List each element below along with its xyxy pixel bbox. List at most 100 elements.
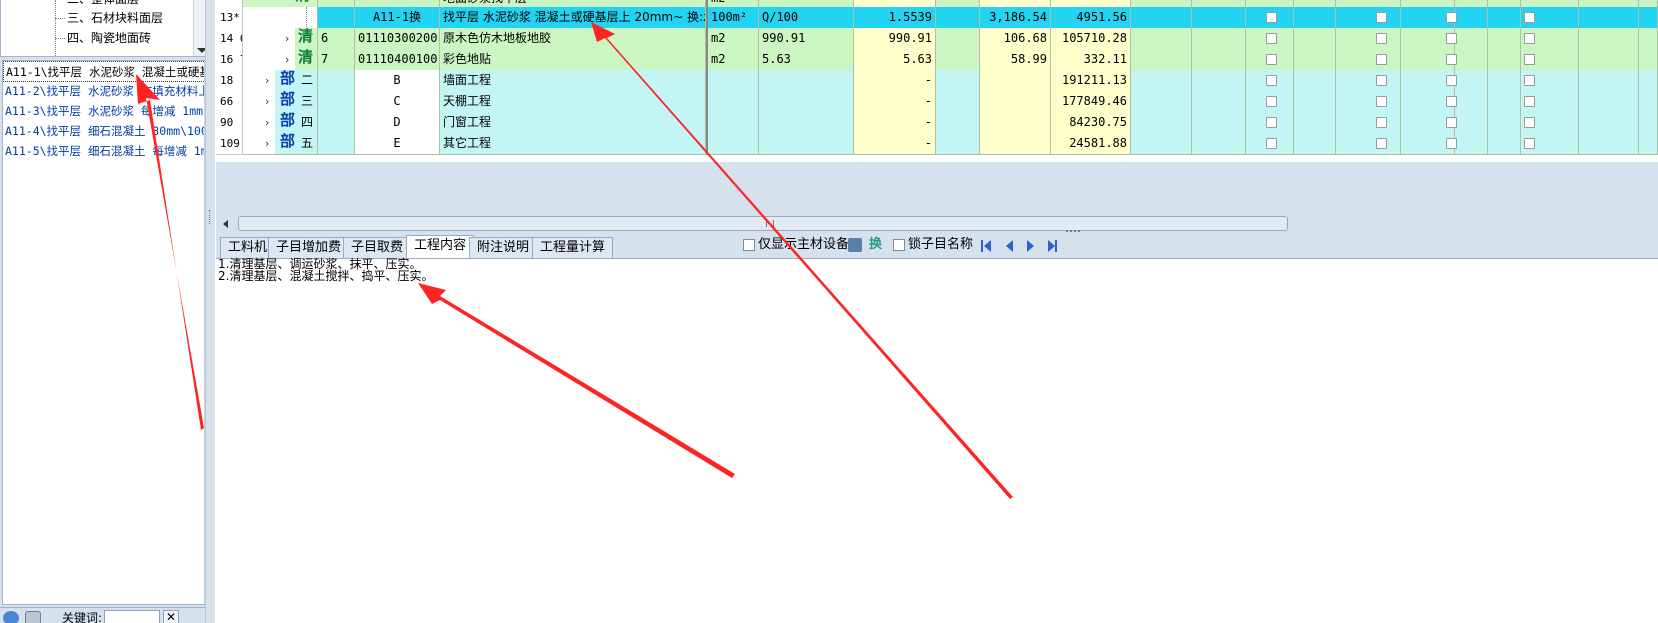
- content-line[interactable]: 2.清理基层、混凝土搅拌、捣平、压实。: [218, 270, 433, 282]
- unit-cell[interactable]: m2: [706, 49, 759, 71]
- row-checkbox[interactable]: [1266, 96, 1277, 107]
- chapter-tree[interactable]: 二、整体面层 三、石材块料面层 四、陶瓷地面砖: [0, 0, 211, 57]
- name-cell[interactable]: 门窗工程: [440, 112, 706, 134]
- row-checkbox[interactable]: [1446, 138, 1457, 149]
- row-checkbox[interactable]: [1376, 33, 1387, 44]
- row-checkbox[interactable]: [1446, 117, 1457, 128]
- tree-item[interactable]: 三、石材块料面层: [67, 8, 163, 28]
- chevron-right-icon[interactable]: ›: [265, 91, 269, 112]
- row-checkbox[interactable]: [1524, 54, 1535, 65]
- row-checkbox[interactable]: [1446, 96, 1457, 107]
- tab-fee[interactable]: 子目取费: [343, 237, 412, 258]
- main-material-checkbox[interactable]: [743, 239, 755, 251]
- scroll-thumb[interactable]: [238, 216, 1288, 231]
- row-checkbox[interactable]: [1524, 33, 1535, 44]
- vertical-splitter[interactable]: [205, 0, 215, 623]
- tab-extra-fee[interactable]: 子目增加费: [268, 237, 350, 258]
- qty-cell[interactable]: 1.5539: [854, 7, 936, 29]
- row-checkbox[interactable]: [1376, 96, 1387, 107]
- chevron-right-icon[interactable]: ›: [285, 28, 289, 49]
- tree-item[interactable]: 四、陶瓷地面砖: [67, 28, 151, 48]
- row-checkbox[interactable]: [1266, 12, 1277, 23]
- row-checkbox[interactable]: [1376, 117, 1387, 128]
- price-cell[interactable]: 58.99: [980, 49, 1051, 71]
- chevron-right-icon[interactable]: ›: [285, 49, 289, 70]
- code-cell[interactable]: 011104001001: [355, 49, 440, 71]
- chevron-right-icon[interactable]: ›: [265, 112, 269, 133]
- tab-notes[interactable]: 附注说明: [469, 237, 538, 258]
- code-cell[interactable]: A11-1换: [355, 7, 440, 29]
- splitter-grip[interactable]: [209, 210, 212, 224]
- unit-cell[interactable]: 100m²: [706, 7, 759, 29]
- lock-name-checkbox[interactable]: [893, 239, 905, 251]
- table-row[interactable]: 66 › 部 三 C 天棚工程 - 177849.46: [216, 91, 1658, 113]
- table-row[interactable]: 13* 子 (1 A11-1换 找平层 水泥砂浆 混凝土或硬基层上 20mm~ …: [216, 7, 1658, 29]
- price-cell[interactable]: 106.68: [980, 28, 1051, 50]
- budget-grid[interactable]: 清 地面砂浆找平层 m2 13* 子 (1 A11-1换 找平层 水泥砂浆 混凝…: [216, 0, 1658, 162]
- row-checkbox[interactable]: [1524, 138, 1535, 149]
- first-icon[interactable]: [981, 240, 983, 252]
- row-checkbox[interactable]: [1376, 12, 1387, 23]
- row-checkbox[interactable]: [1524, 96, 1535, 107]
- horizontal-scrollbar[interactable]: [216, 214, 1658, 234]
- row-checkbox[interactable]: [1266, 138, 1277, 149]
- quota-list[interactable]: A11-1\找平层 水泥砂浆 混凝土或硬基层上 A11-2\找平层 水泥砂浆 在…: [2, 60, 213, 605]
- last-arrow-icon[interactable]: [1048, 240, 1055, 252]
- chevron-right-icon[interactable]: ›: [265, 70, 269, 91]
- row-checkbox[interactable]: [1266, 117, 1277, 128]
- first-arrow-icon[interactable]: [984, 240, 991, 252]
- work-content-panel[interactable]: 1.清理基层、调运砂浆、抹平、压实。 2.清理基层、混凝土搅拌、捣平、压实。: [216, 258, 1658, 623]
- row-checkbox[interactable]: [1266, 33, 1277, 44]
- row-checkbox[interactable]: [1376, 138, 1387, 149]
- row-checkbox[interactable]: [1376, 75, 1387, 86]
- table-row[interactable]: 16 7 › 清 7 011104001001 彩色地贴 m2 5.63 5.6…: [216, 49, 1658, 71]
- row-checkbox[interactable]: [1524, 12, 1535, 23]
- qty-expr-cell[interactable]: 5.63: [759, 49, 854, 71]
- table-row[interactable]: 18 › 部 二 B 墙面工程 - 191211.13: [216, 70, 1658, 92]
- tab-work-content[interactable]: 工程内容: [406, 235, 475, 258]
- row-checkbox[interactable]: [1446, 54, 1457, 65]
- table-row[interactable]: 90 › 部 四 D 门窗工程 - 84230.75: [216, 112, 1658, 134]
- list-item[interactable]: A11-2\找平层 水泥砂浆 在填充材料上: [3, 81, 212, 102]
- row-checkbox[interactable]: [1446, 33, 1457, 44]
- last-icon[interactable]: [1055, 240, 1057, 252]
- row-checkbox[interactable]: [1524, 117, 1535, 128]
- list-item[interactable]: A11-4\找平层 细石混凝土 30mm\100m²: [3, 121, 212, 142]
- scroll-left-icon[interactable]: [223, 220, 228, 228]
- table-row[interactable]: 14 6 › 清 6 011103002001 原木色仿木地板地胶 m2 990…: [216, 28, 1658, 50]
- chevron-right-icon[interactable]: ›: [265, 133, 269, 154]
- qty-expr-cell[interactable]: Q/100: [759, 7, 854, 29]
- scroll-grip[interactable]: [766, 220, 774, 227]
- next-icon[interactable]: [1027, 240, 1034, 252]
- code-cell[interactable]: B: [355, 70, 440, 92]
- list-item[interactable]: A11-5\找平层 细石混凝土 每增减 1mm: [3, 141, 212, 162]
- name-cell[interactable]: 彩色地贴: [440, 49, 706, 71]
- qty-expr-cell[interactable]: 990.91: [759, 28, 854, 50]
- replace-button[interactable]: 换: [869, 236, 882, 254]
- tab-quantity-calc[interactable]: 工程量计算: [532, 237, 614, 258]
- row-checkbox[interactable]: [1266, 54, 1277, 65]
- row-checkbox[interactable]: [1266, 75, 1277, 86]
- window-icon[interactable]: [25, 611, 41, 623]
- monitor-icon[interactable]: [848, 238, 862, 252]
- name-cell[interactable]: 墙面工程: [440, 70, 706, 92]
- code-cell[interactable]: C: [355, 91, 440, 113]
- name-cell[interactable]: 原木色仿木地板地胶: [440, 28, 706, 50]
- horizontal-splitter-grip[interactable]: [1066, 230, 1080, 232]
- row-checkbox[interactable]: [1446, 12, 1457, 23]
- prev-icon[interactable]: [1006, 240, 1013, 252]
- keyword-input[interactable]: [104, 610, 160, 623]
- name-cell[interactable]: 天棚工程: [440, 91, 706, 113]
- code-cell[interactable]: 011103002001: [355, 28, 440, 50]
- list-item[interactable]: A11-1\找平层 水泥砂浆 混凝土或硬基层上: [3, 61, 212, 82]
- qty-cell[interactable]: 5.63: [854, 49, 936, 71]
- price-cell[interactable]: 3,186.54: [980, 7, 1051, 29]
- list-item[interactable]: A11-3\找平层 水泥砂浆 每增减 1mm\10: [3, 101, 212, 122]
- row-checkbox[interactable]: [1376, 54, 1387, 65]
- row-checkbox[interactable]: [1524, 75, 1535, 86]
- table-row[interactable]: 109 › 部 五 E 其它工程 - 24581.88: [216, 133, 1658, 155]
- code-cell[interactable]: E: [355, 133, 440, 155]
- name-cell[interactable]: 其它工程: [440, 133, 706, 155]
- clear-icon[interactable]: ✕: [163, 610, 179, 623]
- tab-materials[interactable]: 工料机: [220, 237, 276, 258]
